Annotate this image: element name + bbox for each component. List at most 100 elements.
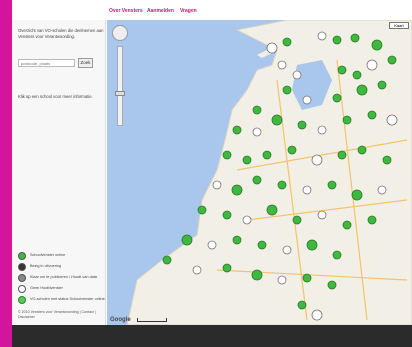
school-marker-online[interactable] (351, 189, 363, 201)
scale-bar (137, 318, 167, 322)
nav-aanmelden[interactable]: Aanmelden (147, 8, 174, 14)
school-marker-online[interactable] (356, 84, 368, 96)
legend-label: VO-scholen met status Schoolvenster onli… (30, 297, 105, 301)
map[interactable]: Kaart Google (107, 20, 412, 325)
sidebar: Overzicht van VO-scholen die deelnemen a… (12, 20, 106, 325)
school-marker-cluster[interactable] (277, 60, 287, 70)
search-button[interactable]: Zoek (78, 58, 93, 68)
school-marker-online[interactable] (357, 145, 367, 155)
school-marker-online[interactable] (342, 115, 352, 125)
legend-item: Bezig in uitvoering (18, 262, 106, 272)
school-marker-online[interactable] (302, 273, 312, 283)
legend-item: Schoolvenster online (18, 251, 106, 261)
school-marker-cluster[interactable] (386, 114, 398, 126)
school-marker-online[interactable] (292, 215, 302, 225)
school-marker-online[interactable] (232, 235, 242, 245)
school-marker-cluster[interactable] (207, 240, 217, 250)
school-marker-online[interactable] (222, 210, 232, 220)
school-marker-online[interactable] (271, 114, 283, 126)
school-marker-online[interactable] (306, 239, 318, 251)
legend-label: Klaar om te publiceren / Houdt van data (30, 275, 97, 279)
intro-text: Overzicht van VO-scholen die deelnemen a… (18, 28, 104, 39)
school-marker-online[interactable] (387, 55, 397, 65)
school-marker-online[interactable] (332, 35, 342, 45)
school-marker-online[interactable] (252, 175, 262, 185)
green-school-icon (18, 252, 26, 260)
top-navigation: Over Vensters Aanmelden Vragen (12, 0, 412, 20)
brand-strip (0, 0, 12, 347)
school-marker-cluster[interactable] (317, 210, 327, 220)
legend: Schoolvenster online Bezig in uitvoering… (18, 251, 106, 306)
school-marker-online[interactable] (282, 85, 292, 95)
school-marker-cluster[interactable] (242, 215, 252, 225)
click-hint: Klik op een school voor meer informatie. (18, 94, 93, 99)
school-marker-online[interactable] (231, 184, 243, 196)
school-marker-online[interactable] (222, 263, 232, 273)
school-marker-cluster[interactable] (317, 31, 327, 41)
school-marker-online[interactable] (332, 250, 342, 260)
gray-school-icon (18, 274, 26, 282)
school-marker-online[interactable] (287, 145, 297, 155)
school-marker-online[interactable] (382, 155, 392, 165)
school-marker-online[interactable] (277, 180, 287, 190)
school-marker-cluster[interactable] (277, 275, 287, 285)
dark-school-icon (18, 263, 26, 271)
school-marker-cluster[interactable] (377, 185, 387, 195)
school-marker-online[interactable] (371, 39, 383, 51)
school-marker-cluster[interactable] (366, 59, 378, 71)
school-marker-online[interactable] (222, 150, 232, 160)
school-marker-cluster[interactable] (252, 127, 262, 137)
legend-label: Schoolvenster online (30, 253, 66, 257)
footer: © 2010 Vensters voor Verantwoording | Co… (18, 310, 96, 319)
school-marker-online[interactable] (266, 204, 278, 216)
school-marker-cluster[interactable] (192, 265, 202, 275)
school-marker-online[interactable] (367, 215, 377, 225)
nav-vragen[interactable]: Vragen (180, 8, 197, 14)
school-marker-online[interactable] (377, 80, 387, 90)
zoom-slider[interactable] (117, 46, 123, 126)
school-marker-online[interactable] (327, 180, 337, 190)
school-marker-online[interactable] (251, 269, 263, 281)
school-marker-online[interactable] (337, 150, 347, 160)
school-marker-online[interactable] (327, 280, 337, 290)
nav-over-vensters[interactable]: Over Vensters (109, 8, 143, 14)
map-type-button[interactable]: Kaart (389, 22, 409, 29)
school-marker-online[interactable] (257, 240, 267, 250)
school-marker-online[interactable] (197, 205, 207, 215)
school-marker-online[interactable] (252, 105, 262, 115)
school-marker-online[interactable] (332, 93, 342, 103)
white-school-icon (18, 285, 26, 293)
school-marker-cluster[interactable] (302, 185, 312, 195)
bottom-bar (12, 325, 412, 347)
google-logo: Google (110, 317, 131, 323)
school-marker-online[interactable] (342, 220, 352, 230)
school-marker-cluster[interactable] (302, 95, 312, 105)
map-canvas (126, 20, 412, 325)
school-marker-online[interactable] (262, 150, 272, 160)
school-marker-online[interactable] (297, 300, 307, 310)
school-marker-cluster[interactable] (266, 42, 278, 54)
school-marker-online[interactable] (350, 33, 360, 43)
school-marker-online[interactable] (162, 255, 172, 265)
school-marker-online[interactable] (367, 110, 377, 120)
school-marker-online[interactable] (282, 37, 292, 47)
school-marker-online[interactable] (242, 155, 252, 165)
school-marker-cluster[interactable] (311, 154, 323, 166)
legend-item: Geen Hoofdvenster (18, 284, 106, 294)
school-marker-cluster[interactable] (292, 70, 302, 80)
school-marker-cluster[interactable] (282, 245, 292, 255)
legend-label: Bezig in uitvoering (30, 264, 62, 268)
zoom-handle[interactable] (115, 91, 125, 96)
school-marker-online[interactable] (337, 65, 347, 75)
legend-item: VO-scholen met status Schoolvenster onli… (18, 295, 106, 305)
pan-control[interactable] (112, 25, 128, 41)
school-marker-online[interactable] (232, 125, 242, 135)
legend-label: Geen Hoofdvenster (30, 286, 63, 290)
school-marker-cluster[interactable] (311, 309, 323, 321)
search-input[interactable] (18, 59, 75, 67)
school-marker-cluster[interactable] (317, 125, 327, 135)
school-marker-online[interactable] (297, 120, 307, 130)
school-marker-online[interactable] (352, 70, 362, 80)
school-marker-online[interactable] (181, 234, 193, 246)
school-marker-cluster[interactable] (212, 180, 222, 190)
